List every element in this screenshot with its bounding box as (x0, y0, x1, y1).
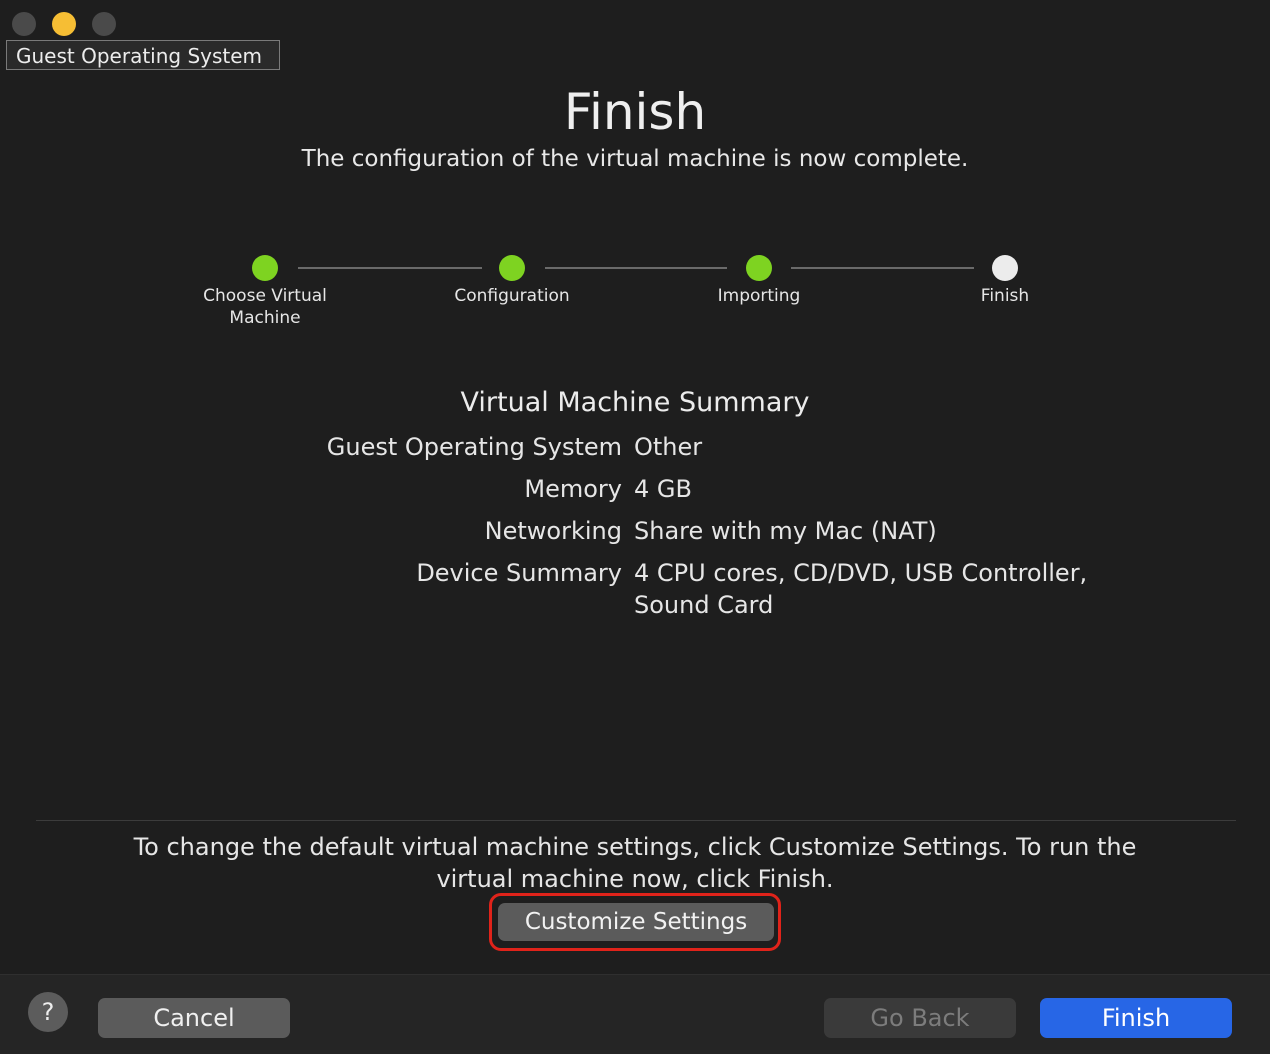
minimize-window-button[interactable] (52, 12, 76, 36)
step-connector (791, 267, 974, 269)
summary-value: 4 CPU cores, CD/DVD, USB Controller, Sou… (634, 559, 1088, 619)
step-complete-indicator (499, 255, 525, 281)
summary-key: Networking (484, 517, 622, 545)
step-current-indicator (992, 255, 1018, 281)
step-complete-indicator (746, 255, 772, 281)
finish-button[interactable]: Finish (1040, 998, 1232, 1038)
step-label-importing: Importing (717, 286, 801, 306)
assistant-window: Guest Operating System Finish The config… (0, 0, 1270, 1054)
go-back-button[interactable]: Go Back (824, 998, 1016, 1038)
page-subtitle: The configuration of the virtual machine… (301, 146, 969, 172)
help-button[interactable]: ? (28, 992, 68, 1032)
zoom-window-button[interactable] (92, 12, 116, 36)
customize-settings-button[interactable]: Customize Settings (498, 903, 774, 941)
step-complete-indicator (252, 255, 278, 281)
tooltip: Guest Operating System (6, 40, 280, 70)
summary-key: Guest Operating System (326, 433, 622, 461)
page-title: Finish (563, 83, 707, 141)
step-connector (545, 267, 727, 269)
progress-steps: Choose Virtual Machine Configuration Imp… (0, 254, 1270, 344)
summary-value: Other (634, 433, 703, 461)
step-label-finish: Finish (980, 286, 1030, 306)
cancel-button[interactable]: Cancel (98, 998, 290, 1038)
divider (36, 820, 1236, 821)
summary-key: Device Summary (416, 559, 622, 587)
step-label-choose-vm: Choose Virtual Machine (203, 286, 327, 328)
footer-bar: ? Cancel Go Back Finish (0, 974, 1270, 1054)
step-connector (298, 267, 482, 269)
window-controls (12, 12, 116, 36)
step-label-configuration: Configuration (454, 286, 570, 306)
summary-title: Virtual Machine Summary (460, 387, 810, 418)
instruction-text: To change the default virtual machine se… (133, 833, 1137, 893)
close-window-button[interactable] (12, 12, 36, 36)
summary-key: Memory (524, 475, 622, 503)
summary-value: 4 GB (634, 475, 692, 503)
summary-value: Share with my Mac (NAT) (634, 517, 937, 545)
